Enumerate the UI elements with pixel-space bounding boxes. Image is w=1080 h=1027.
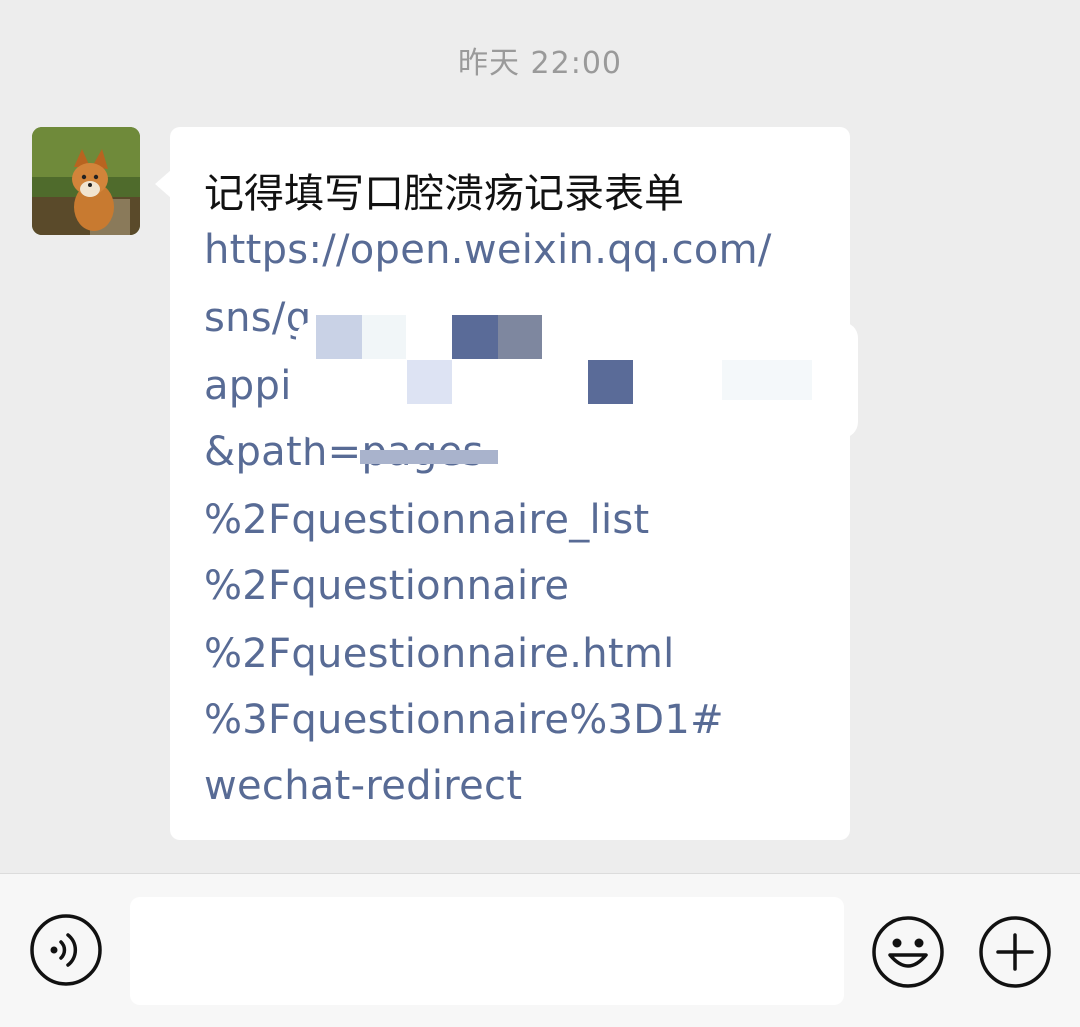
- redaction-pixel: [498, 315, 542, 359]
- voice-wave-icon: [30, 914, 102, 986]
- message-link-line[interactable]: %2Fquestionnaire.html: [204, 631, 675, 677]
- message-bubble[interactable]: 记得填写口腔溃疡记录表单 https://open.weixin.qq.com/…: [170, 127, 850, 840]
- redaction-pixel: [722, 360, 812, 400]
- redaction-pixel: [452, 315, 498, 359]
- more-actions-button[interactable]: [978, 915, 1052, 989]
- plus-circle-icon: [979, 916, 1051, 988]
- bubble-tail: [155, 170, 171, 198]
- emoji-button[interactable]: [871, 915, 945, 989]
- message-link-line[interactable]: https://open.weixin.qq.com/: [204, 227, 772, 273]
- message-timestamp: 昨天 22:00: [458, 46, 622, 81]
- message-input[interactable]: [130, 897, 844, 1005]
- sender-avatar[interactable]: [32, 127, 140, 235]
- message-link-line[interactable]: %3Fquestionnaire%3D1#: [204, 697, 724, 743]
- redaction-pixel: [588, 360, 633, 404]
- message-link-line[interactable]: appi: [204, 363, 292, 409]
- message-text: 记得填写口腔溃疡记录表单: [204, 171, 684, 217]
- chat-input-bar: [0, 873, 1080, 1027]
- redaction-pixel: [360, 450, 498, 464]
- redaction-pixel: [316, 315, 362, 359]
- voice-input-button[interactable]: [29, 913, 103, 987]
- smiley-face-icon: [872, 916, 944, 988]
- redaction-pixel: [407, 360, 452, 404]
- message-link-line[interactable]: wechat-redirect: [204, 763, 522, 809]
- message-link-line[interactable]: %2Fquestionnaire: [204, 563, 569, 609]
- redaction-pixel: [362, 315, 406, 359]
- fox-avatar-image: [32, 127, 140, 235]
- message-link-line[interactable]: %2Fquestionnaire_list: [204, 497, 649, 543]
